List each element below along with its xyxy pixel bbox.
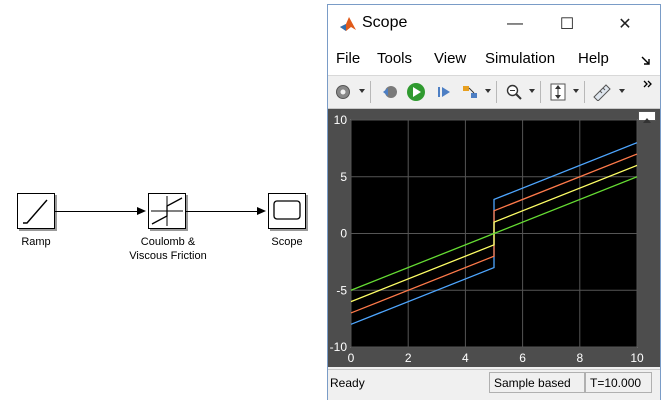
y-tick-label: 10 [334, 113, 348, 127]
wire-ramp-friction [55, 211, 137, 212]
y-tick-label: -10 [330, 340, 348, 354]
step-back-icon[interactable] [380, 82, 400, 102]
settings-dropdown-arrow[interactable] [359, 89, 365, 93]
minimize-button[interactable]: — [492, 9, 538, 39]
scope-block[interactable] [268, 193, 306, 229]
x-tick-label: 6 [519, 351, 526, 365]
wire-ramp-friction-arrow [137, 207, 146, 215]
friction-icon [151, 196, 183, 226]
undock-axes-icon[interactable] [638, 111, 656, 123]
maximize-button[interactable]: ☐ [544, 9, 590, 39]
ramp-label: Ramp [21, 236, 51, 248]
x-tick-label: 0 [348, 351, 355, 365]
matlab-icon [340, 17, 356, 31]
title-bar: Scope — ☐ ✕ [328, 5, 660, 43]
status-ready: Ready [330, 376, 365, 390]
toolbar-separator [370, 81, 371, 103]
scope-label: Scope [271, 236, 303, 248]
plot-area: 0 2 4 6 8 10 -10 -5 0 5 10 [328, 109, 660, 367]
x-tick-label: 10 [630, 351, 644, 365]
window-title: Scope [362, 14, 408, 31]
menu-tools[interactable]: Tools [377, 50, 412, 67]
menu-help[interactable]: Help [578, 50, 609, 67]
scope-window: Scope — ☐ ✕ File Tools View Simulation H… [327, 4, 661, 400]
toolbar-overflow-icon[interactable] [643, 80, 653, 88]
zoom-icon[interactable] [504, 82, 524, 102]
toolbar-separator [496, 81, 497, 103]
x-tick-label: 8 [576, 351, 583, 365]
status-time: T=10.000 [585, 372, 652, 393]
settings-gear-icon[interactable] [333, 82, 353, 102]
x-tick-label: 2 [405, 351, 412, 365]
x-tick-label: 4 [462, 351, 469, 365]
friction-label: Coulomb & Viscous Friction [129, 236, 207, 262]
scale-axes-icon[interactable] [548, 82, 568, 102]
toolbar [328, 75, 660, 109]
signal-tracing-dropdown-arrow[interactable] [485, 89, 491, 93]
toolbar-separator [584, 81, 585, 103]
menu-file[interactable]: File [336, 50, 360, 67]
ramp-icon [23, 199, 48, 224]
menu-simulation[interactable]: Simulation [485, 50, 555, 67]
y-tick-label: 0 [340, 227, 347, 241]
status-bar: Ready Sample based T=10.000 [328, 369, 660, 400]
toolbar-separator [540, 81, 541, 103]
measurements-dropdown-arrow[interactable] [619, 89, 625, 93]
menu-bar: File Tools View Simulation Help [328, 43, 660, 75]
run-icon[interactable] [406, 82, 426, 102]
step-forward-icon[interactable] [434, 82, 454, 102]
y-tick-label: -5 [336, 283, 347, 297]
close-button[interactable]: ✕ [602, 9, 648, 39]
status-sample-mode: Sample based [489, 372, 585, 393]
menu-view[interactable]: View [434, 50, 466, 67]
ramp-block[interactable] [17, 193, 55, 229]
dock-arrow-icon[interactable] [641, 56, 651, 66]
coulomb-viscous-friction-block[interactable] [148, 193, 186, 229]
scope-chart[interactable]: 0 2 4 6 8 10 -10 -5 0 5 10 [328, 109, 660, 367]
signal-tracing-icon[interactable] [460, 82, 480, 102]
measurements-ruler-icon[interactable] [592, 82, 612, 102]
wire-friction-scope [186, 211, 257, 212]
zoom-dropdown-arrow[interactable] [529, 89, 535, 93]
scale-axes-dropdown-arrow[interactable] [573, 89, 579, 93]
y-tick-label: 5 [340, 170, 347, 184]
scope-icon [273, 200, 301, 220]
wire-friction-scope-arrow [257, 207, 266, 215]
